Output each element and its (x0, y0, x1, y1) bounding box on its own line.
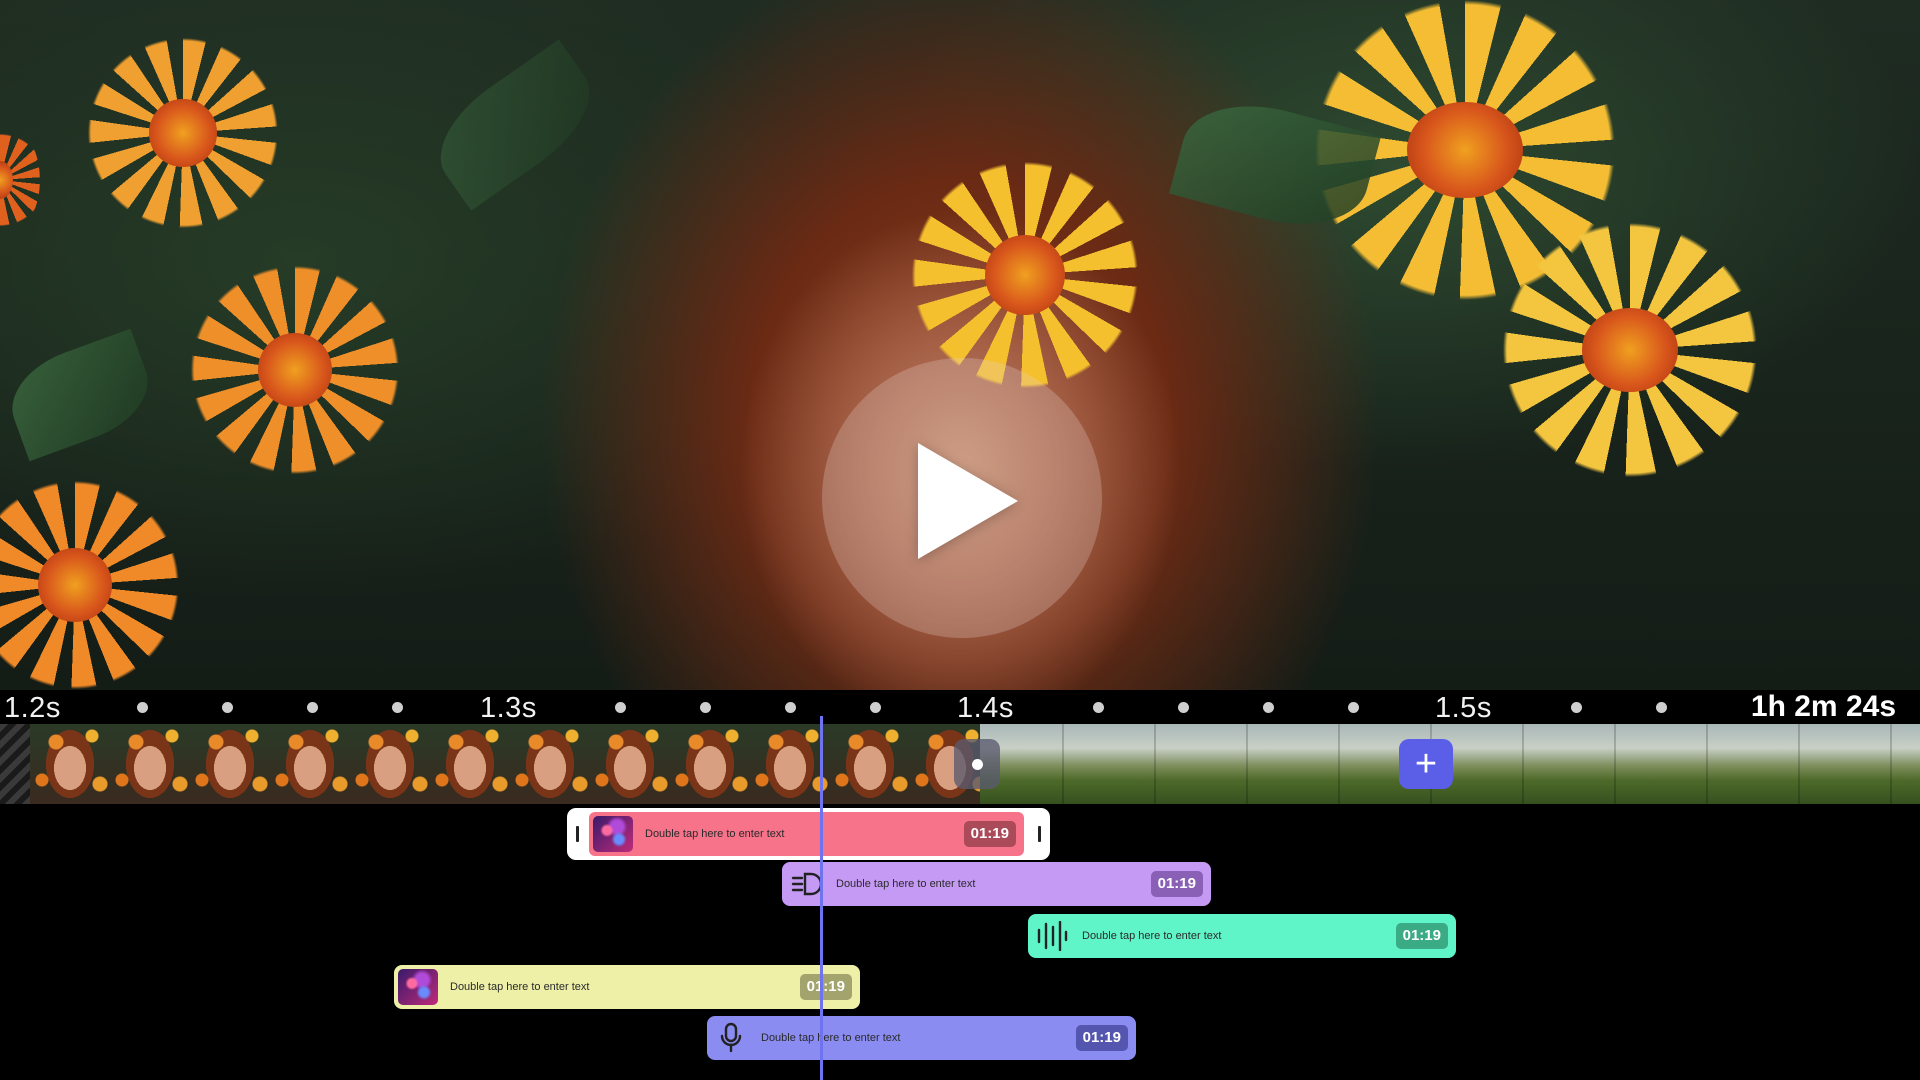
ruler-tick (1093, 702, 1104, 713)
ruler-tick (1656, 702, 1667, 713)
track-placeholder[interactable]: Double tap here to enter text (761, 1032, 900, 1044)
ruler-tick (137, 702, 148, 713)
frame-separator (1706, 724, 1708, 804)
flower-decoration (0, 120, 40, 240)
video-clip-portrait[interactable] (30, 724, 980, 804)
ruler-tick (1348, 702, 1359, 713)
clip-start-boundary (0, 724, 30, 804)
ruler-label: 1.4s (957, 692, 1014, 724)
frame-separator (1246, 724, 1248, 804)
leaf-decoration (419, 39, 611, 211)
track-placeholder[interactable]: Double tap here to enter text (836, 878, 975, 890)
audio-track[interactable]: Double tap here to enter text 01:19 (1028, 914, 1456, 958)
track-placeholder[interactable]: Double tap here to enter text (1082, 930, 1221, 942)
trim-handle-right[interactable] (1038, 826, 1041, 842)
transition-button[interactable] (954, 739, 1000, 789)
total-duration: 1h 2m 24s (1750, 690, 1896, 723)
ruler-tick (870, 702, 881, 713)
ruler-tick (307, 702, 318, 713)
flower-decoration (180, 255, 410, 485)
ruler-tick (1178, 702, 1189, 713)
ruler-label: 1.5s (1435, 692, 1492, 724)
ruler-tick (700, 702, 711, 713)
ruler-tick (785, 702, 796, 713)
ruler-tick (615, 702, 626, 713)
effect-track[interactable]: Double tap here to enter text 01:19 (782, 862, 1211, 906)
play-icon[interactable] (918, 443, 1018, 559)
track-placeholder[interactable]: Double tap here to enter text (450, 981, 589, 993)
ruler-tick (1263, 702, 1274, 713)
ruler-label: 1.2s (4, 692, 61, 724)
frame-separator (1890, 724, 1892, 804)
frame-separator (1522, 724, 1524, 804)
leaf-decoration (0, 328, 162, 462)
ruler-tick (392, 702, 403, 713)
playhead[interactable] (820, 716, 823, 1080)
ruler-tick (222, 702, 233, 713)
frame-separator (1338, 724, 1340, 804)
media-thumbnail (593, 816, 633, 852)
flower-decoration (78, 28, 288, 238)
dot-icon (971, 758, 983, 770)
track-placeholder[interactable]: Double tap here to enter text (645, 828, 784, 840)
ruler-tick (1571, 702, 1582, 713)
flower-decoration (1480, 220, 1780, 480)
microphone-icon (711, 1020, 751, 1056)
add-clip-button[interactable]: + (1399, 739, 1453, 789)
timeline-ruler[interactable]: 1.2s 1.3s 1.4s 1.5s 1h 2m 24s (0, 690, 1920, 724)
frame-separator (1614, 724, 1616, 804)
ruler-label: 1.3s (480, 692, 537, 724)
text-track-selected[interactable]: Double tap here to enter text 01:19 (567, 808, 1050, 860)
track-duration-badge: 01:19 (1150, 871, 1203, 897)
track-duration-badge: 01:19 (963, 821, 1016, 847)
flower-decoration (0, 470, 190, 690)
track-duration-badge: 01:19 (1395, 923, 1448, 949)
frame-separator (1062, 724, 1064, 804)
voice-track[interactable]: Double tap here to enter text 01:19 (707, 1016, 1136, 1060)
track-duration-badge: 01:19 (799, 974, 852, 1000)
trim-handle-left[interactable] (576, 826, 579, 842)
text-track-body[interactable]: Double tap here to enter text 01:19 (589, 812, 1024, 856)
frame-separator (1798, 724, 1800, 804)
track-duration-badge: 01:19 (1075, 1025, 1128, 1051)
frame-separator (1154, 724, 1156, 804)
video-filmstrip[interactable]: + (0, 724, 1920, 804)
media-thumbnail (398, 969, 438, 1005)
overlay-track[interactable]: Double tap here to enter text 01:19 (394, 965, 860, 1009)
waveform-icon (1032, 918, 1072, 954)
video-preview[interactable] (0, 0, 1920, 690)
